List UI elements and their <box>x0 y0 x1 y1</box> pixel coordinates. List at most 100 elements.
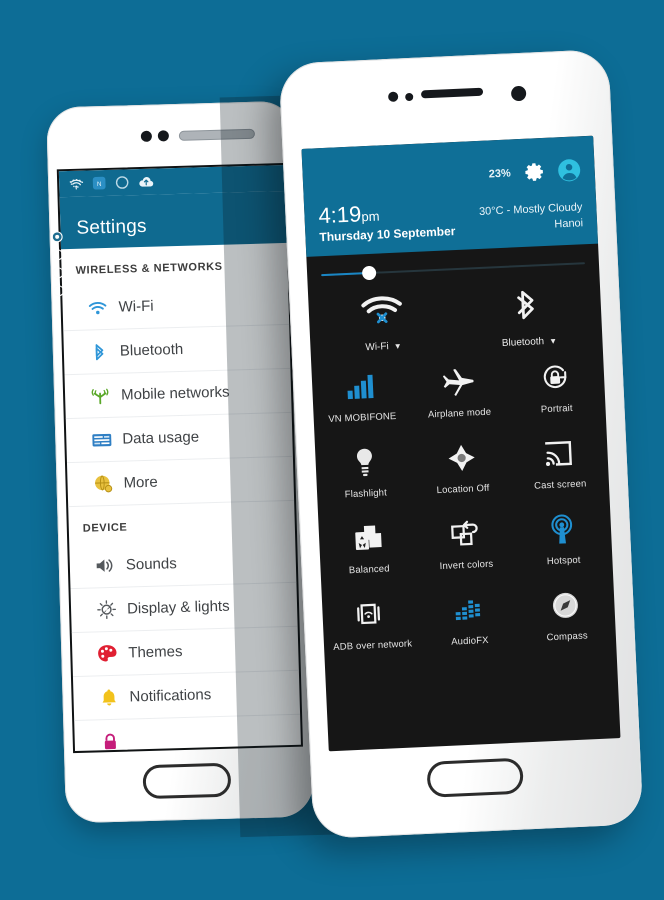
bluetooth-icon <box>78 341 121 362</box>
sidebar-item-wifi[interactable]: Wi-Fi <box>62 280 290 332</box>
tile-location[interactable]: Location Off <box>412 427 513 507</box>
tile-wifi[interactable]: Wi-Fi ▼ <box>308 292 457 358</box>
section-header-wireless: WIRELESS & NETWORKS <box>75 260 223 277</box>
lock-icon <box>89 731 132 751</box>
sidebar-item-label: Themes <box>128 643 183 662</box>
invert-colors-icon <box>418 515 513 553</box>
chevron-down-icon[interactable]: ▼ <box>549 337 557 346</box>
do-not-disturb-icon <box>115 175 129 189</box>
wifi-icon <box>69 178 84 190</box>
tile-mobile-network[interactable]: VN MOBIFONE <box>311 355 412 435</box>
sidebar-item-label: Mobile networks <box>120 383 230 404</box>
sidebar-item-partial[interactable] <box>74 714 302 754</box>
tile-invert-colors[interactable]: Invert colors <box>415 503 516 583</box>
earpiece-speaker <box>178 128 256 141</box>
tile-label: ADB over network <box>333 638 413 653</box>
wifi-icon <box>76 299 118 316</box>
sidebar-item-label: Notifications <box>129 686 212 706</box>
brightness-icon <box>85 600 128 620</box>
weather-widget[interactable]: 30°C - Mostly Cloudy Hanoi <box>479 200 584 237</box>
tile-label: Hotspot <box>546 554 581 568</box>
tile-label: Cast screen <box>533 478 587 492</box>
cast-screen-icon <box>511 434 606 472</box>
clock-block[interactable]: 4:19pm Thursday 10 September <box>318 199 456 244</box>
quick-settings-phone: 23% 4:19pm Thursday 10 September 30°C - … <box>278 48 644 840</box>
sidebar-item-themes[interactable]: Themes <box>71 626 299 678</box>
page-dot-1[interactable] <box>51 231 63 243</box>
sidebar-item-label: Data usage <box>122 428 200 448</box>
location-icon <box>414 439 509 477</box>
data-usage-icon <box>80 431 122 448</box>
slider-thumb[interactable] <box>361 265 376 281</box>
sidebar-item-label: Wi-Fi <box>118 297 154 316</box>
settings-phone: N Settings WIRELESS & NETWORKS Wi-Fi Blu… <box>46 100 314 824</box>
page-dot-2[interactable] <box>52 249 64 261</box>
home-button[interactable] <box>142 762 232 800</box>
sidebar-item-label: Display & lights <box>126 597 230 618</box>
tile-label: AudioFX <box>450 634 489 648</box>
tile-flashlight[interactable]: Flashlight <box>314 431 415 511</box>
performance-profile-icon <box>320 519 415 557</box>
tile-hotspot[interactable]: Hotspot <box>512 498 613 578</box>
compass-icon <box>518 586 613 624</box>
sidebar-item-label: More <box>123 473 158 492</box>
settings-header: Settings <box>59 190 287 250</box>
tile-adb-over-network[interactable]: ADB over network <box>321 583 422 663</box>
airplane-icon <box>411 363 506 401</box>
section-header-device: DEVICE <box>82 521 128 535</box>
tile-label: Location Off <box>436 482 490 497</box>
tile-compass[interactable]: Compass <box>516 574 617 654</box>
home-button[interactable] <box>426 757 524 798</box>
sidebar-item-more[interactable]: More <box>66 456 295 508</box>
adb-network-icon <box>324 595 419 633</box>
globe-icon <box>81 474 124 494</box>
top-toggle-row: Wi-Fi ▼ Bluetooth ▼ <box>308 274 603 360</box>
quick-settings-screen: 23% 4:19pm Thursday 10 September 30°C - … <box>301 135 621 752</box>
page-dot-4[interactable] <box>53 285 65 297</box>
sidebar-item-data-usage[interactable]: Data usage <box>65 412 293 464</box>
quick-settings-grid: VN MOBIFONE Airplane mode Portrait Flash… <box>311 346 616 663</box>
tile-portrait[interactable]: Portrait <box>505 346 606 426</box>
speaker-icon <box>84 557 126 575</box>
page-title: Settings <box>76 215 147 239</box>
tile-label: Compass <box>546 630 589 644</box>
user-avatar-icon[interactable] <box>557 158 581 182</box>
page-indicator[interactable] <box>51 231 65 303</box>
tile-airplane-mode[interactable]: Airplane mode <box>408 351 509 431</box>
audiofx-icon <box>421 591 516 629</box>
tile-cast-screen[interactable]: Cast screen <box>509 422 610 502</box>
page-dot-3[interactable] <box>52 267 64 279</box>
signal-bars-icon <box>314 367 409 405</box>
sidebar-item-sounds[interactable]: Sounds <box>69 538 297 590</box>
sidebar-item-notifications[interactable]: Notifications <box>72 670 301 722</box>
sidebar-item-display-lights[interactable]: Display & lights <box>70 582 298 634</box>
sidebar-item-mobile-networks[interactable]: Mobile networks <box>64 368 292 420</box>
palette-icon <box>86 644 129 664</box>
hotspot-icon <box>515 510 610 548</box>
rotation-lock-icon <box>508 359 603 397</box>
wifi-off-icon <box>308 292 455 329</box>
chevron-down-icon[interactable]: ▼ <box>394 342 402 351</box>
settings-screen: N Settings WIRELESS & NETWORKS Wi-Fi Blu… <box>56 162 303 754</box>
tile-label: Portrait <box>540 402 573 416</box>
tile-label: Balanced <box>348 563 390 577</box>
quick-settings-header: 23% 4:19pm Thursday 10 September 30°C - … <box>301 135 599 257</box>
cloud-upload-icon <box>138 176 154 188</box>
tile-label: Airplane mode <box>427 406 492 421</box>
battery-percent: 23% <box>488 166 512 180</box>
sidebar-item-label: Bluetooth <box>119 340 184 360</box>
bluetooth-icon <box>454 286 601 325</box>
slider-track[interactable] <box>321 262 585 281</box>
tile-performance-profile[interactable]: Balanced <box>318 507 419 587</box>
gear-icon[interactable] <box>524 162 544 182</box>
clock-time: 4:19pm <box>317 201 380 229</box>
flashlight-icon <box>317 443 412 481</box>
tile-audiofx[interactable]: AudioFX <box>419 579 520 659</box>
tile-bluetooth[interactable]: Bluetooth ▼ <box>454 286 603 352</box>
tile-label: Flashlight <box>344 487 388 501</box>
svg-text:N: N <box>97 181 102 188</box>
sidebar-item-bluetooth[interactable]: Bluetooth <box>63 324 291 376</box>
sim-network-icon: N <box>92 176 106 190</box>
sidebar-item-label: Sounds <box>125 555 177 574</box>
tile-label: Invert colors <box>439 558 494 573</box>
